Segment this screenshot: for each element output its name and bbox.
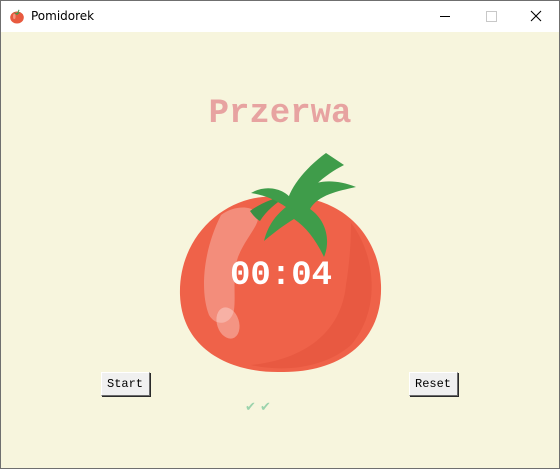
completed-sessions-checkmarks: ✔ ✔	[245, 400, 271, 415]
close-button[interactable]	[513, 1, 559, 32]
main-area: Przerwa 00:04 Start Reset ✔ ✔	[1, 32, 559, 468]
tomato-icon	[10, 9, 24, 24]
start-button[interactable]: Start	[101, 372, 150, 396]
title-bar[interactable]: Pomidorek	[1, 1, 559, 32]
minimize-icon	[440, 16, 450, 17]
mode-heading: Przerwa	[208, 95, 352, 133]
minimize-button[interactable]	[422, 1, 468, 32]
reset-button[interactable]: Reset	[409, 372, 458, 396]
maximize-icon	[486, 11, 497, 22]
app-window: Pomidorek Przerwa 00:04 Start Reset ✔ ✔	[0, 0, 560, 469]
close-icon	[530, 10, 542, 22]
maximize-button[interactable]	[468, 1, 514, 32]
window-title: Pomidorek	[31, 9, 95, 23]
timer-display: 00:04	[229, 257, 333, 295]
